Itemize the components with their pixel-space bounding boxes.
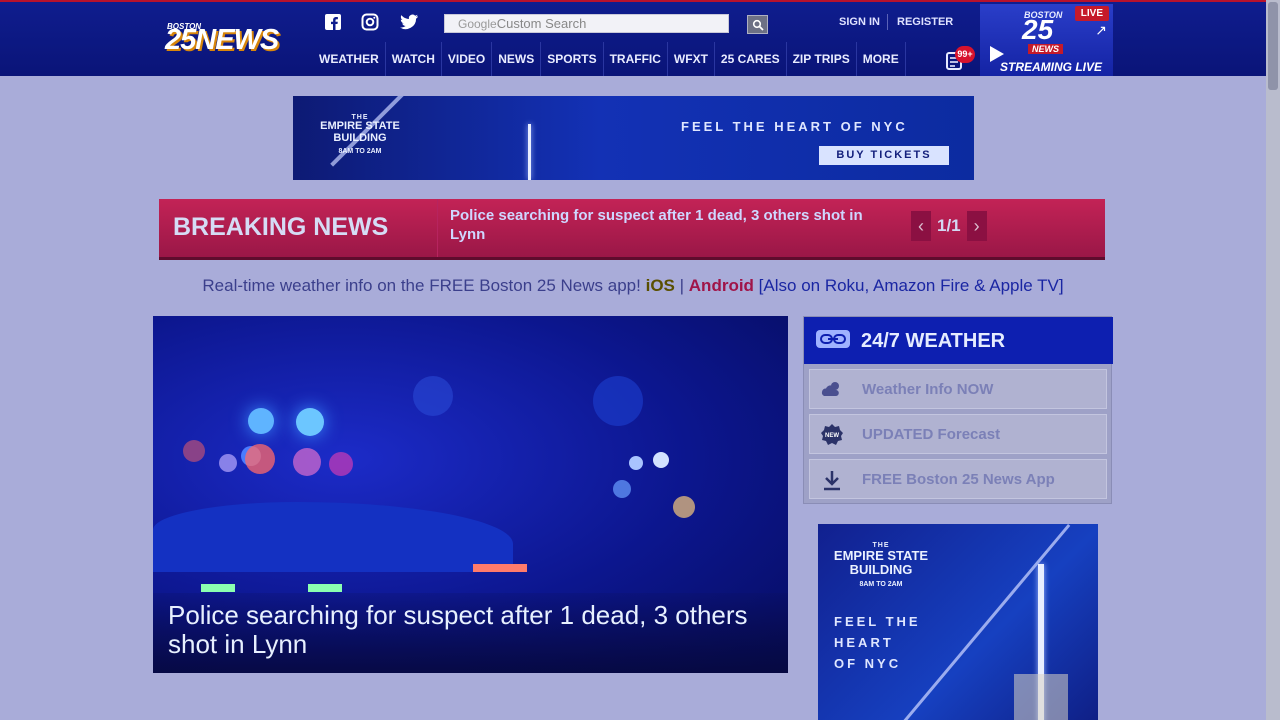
breaking-divider: [437, 199, 438, 257]
breaking-headline-link[interactable]: Police searching for suspect after 1 dea…: [450, 206, 895, 244]
weather-item-label: Weather Info NOW: [862, 381, 994, 398]
streaming-live-widget[interactable]: LIVE BOSTON 25 NEWS ↗ STREAMING LIVE: [980, 4, 1113, 76]
nav-wfxt[interactable]: WFXT: [668, 42, 715, 76]
search-google-label: Google: [458, 17, 497, 31]
weather-panel: 24/7 WEATHER Weather Info NOW NEW UPDATE…: [803, 316, 1113, 504]
android-link[interactable]: Android: [689, 276, 754, 295]
promo-platforms[interactable]: [Also on Roku, Amazon Fire & Apple TV]: [759, 276, 1064, 295]
twitter-icon[interactable]: [399, 13, 419, 33]
share-icon[interactable]: ↗: [1095, 22, 1107, 39]
chevron-left-icon[interactable]: ‹: [911, 211, 931, 241]
free-app-link[interactable]: FREE Boston 25 News App: [809, 459, 1107, 499]
hero-caption[interactable]: Police searching for suspect after 1 dea…: [168, 601, 768, 659]
search-button[interactable]: [747, 15, 768, 34]
esb-logo-name-2: BUILDING: [333, 131, 387, 144]
promo-separator: |: [679, 276, 685, 295]
esb-logo: THE EMPIRE STATE BUILDING 8AM TO 2AM: [832, 542, 930, 588]
ad-tagline-2: HEART: [834, 635, 894, 650]
nav-more[interactable]: MORE: [857, 42, 906, 76]
ad-tagline-1: FEEL THE: [834, 614, 921, 629]
police-car-shape: [153, 502, 513, 572]
esb-logo: THE EMPIRE STATE BUILDING 8AM TO 2AM: [319, 114, 401, 156]
weather-panel-title: 24/7 WEATHER: [861, 330, 1006, 352]
weather-cloud-icon: [821, 382, 839, 396]
ad-tagline: FEEL THE HEART OF NYC: [681, 119, 908, 134]
esb-logo-name-1: EMPIRE STATE: [833, 548, 929, 564]
logo-brand: 25NEWS: [165, 24, 279, 56]
facebook-icon[interactable]: [323, 13, 343, 33]
boston-25-news-logo[interactable]: BOSTON 25NEWS: [163, 20, 305, 58]
search-input[interactable]: GoogleCustom Search: [444, 14, 729, 33]
weather-item-label: UPDATED Forecast: [862, 426, 1001, 443]
building-base-shape: [1014, 674, 1068, 720]
weather-panel-header: 24/7 WEATHER: [804, 317, 1113, 364]
weather-info-now-link[interactable]: Weather Info NOW: [809, 369, 1107, 409]
nav-news[interactable]: NEWS: [492, 42, 542, 76]
esb-logo-hours: 8AM TO 2AM: [338, 148, 382, 156]
live-badge: LIVE: [1074, 6, 1109, 21]
promo-text: Real-time weather info on the FREE Bosto…: [202, 276, 641, 295]
esb-logo-hours: 8AM TO 2AM: [859, 580, 903, 588]
esb-logo-name-2: BUILDING: [849, 561, 913, 577]
link-icon: [816, 330, 850, 348]
nav-traffic[interactable]: TRAFFIC: [604, 42, 668, 76]
streaming-live-label: STREAMING LIVE: [1000, 60, 1103, 74]
chevron-right-icon[interactable]: ›: [966, 211, 987, 241]
ad-tagline-3: OF NYC: [834, 656, 902, 671]
breaking-news-label: BREAKING NEWS: [173, 213, 389, 241]
instagram-icon[interactable]: [360, 13, 380, 33]
empire-state-banner-ad[interactable]: THE EMPIRE STATE BUILDING 8AM TO 2AM FEE…: [293, 96, 974, 180]
hero-story[interactable]: Police searching for suspect after 1 dea…: [153, 316, 788, 673]
nav-zip-trips[interactable]: ZIP TRIPS: [787, 42, 857, 76]
breaking-page-count: 1/1: [937, 216, 961, 235]
buy-tickets-button[interactable]: BUY TICKETS: [819, 146, 949, 165]
breaking-pager: ‹ 1/1 ›: [911, 211, 987, 241]
account-divider: [887, 14, 888, 30]
nav-25-cares[interactable]: 25 CARES: [715, 42, 787, 76]
svg-text:NEW: NEW: [825, 433, 839, 439]
ios-link[interactable]: iOS: [646, 276, 675, 295]
weather-item-label: FREE Boston 25 News App: [862, 471, 1055, 488]
nav-sports[interactable]: SPORTS: [541, 42, 604, 76]
stream-logo-number: 25: [1022, 14, 1054, 45]
empire-state-side-ad[interactable]: THE EMPIRE STATE BUILDING 8AM TO 2AM FEE…: [818, 524, 1098, 720]
nav-weather[interactable]: WEATHER: [313, 42, 386, 76]
breaking-news-bar: BREAKING NEWS Police searching for suspe…: [159, 199, 1105, 260]
main-nav: WEATHER WATCH VIDEO NEWS SPORTS TRAFFIC …: [313, 42, 906, 76]
nav-video[interactable]: VIDEO: [442, 42, 493, 76]
search-icon: [752, 19, 764, 31]
scrollbar-thumb[interactable]: [1268, 2, 1278, 90]
new-badge-icon: NEW: [821, 424, 843, 445]
stream-logo-news: NEWS: [1028, 44, 1063, 54]
updated-forecast-link[interactable]: NEW UPDATED Forecast: [809, 414, 1107, 454]
nav-watch[interactable]: WATCH: [386, 42, 442, 76]
app-promo-line: Real-time weather info on the FREE Bosto…: [0, 276, 1266, 296]
notification-count-badge: 99+: [955, 46, 975, 63]
page-scrollbar[interactable]: [1266, 0, 1280, 720]
sign-in-link[interactable]: SIGN IN: [839, 16, 880, 28]
search-placeholder: Custom Search: [496, 16, 587, 31]
register-link[interactable]: REGISTER: [897, 16, 953, 28]
empire-state-building-image: [528, 124, 531, 180]
download-icon: [824, 471, 840, 491]
